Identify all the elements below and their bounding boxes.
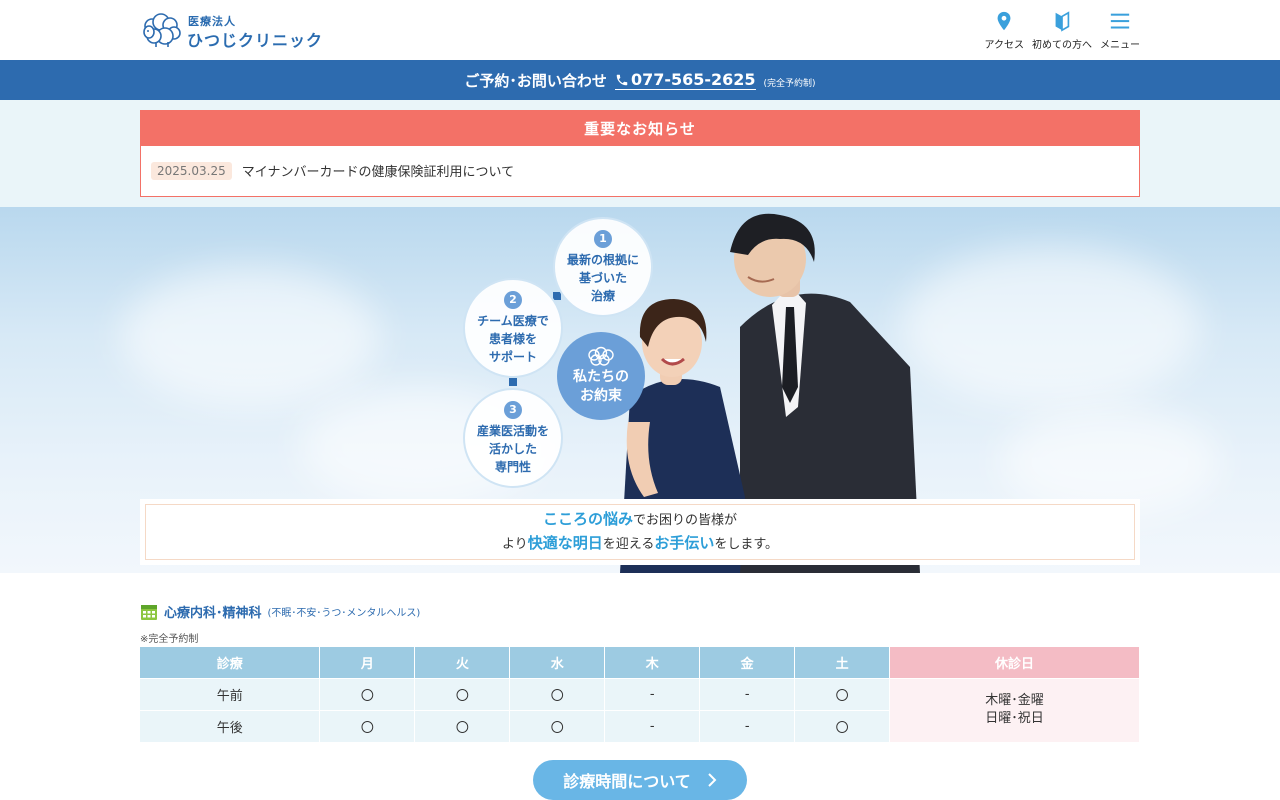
table-cell: - xyxy=(604,677,701,710)
hamburger-menu-icon xyxy=(1110,13,1130,29)
notice-item[interactable]: 2025.03.25 マイナンバーカードの健康保険証利用について xyxy=(151,161,514,180)
our-promise-badge: 私たちの お約束 xyxy=(557,332,645,420)
table-cell: 〇 xyxy=(319,677,416,710)
notice-title: マイナンバーカードの健康保険証利用について xyxy=(241,165,515,180)
point-number: 3 xyxy=(504,400,522,419)
nav-menu[interactable]: メニュー xyxy=(1100,10,1140,52)
consultation-hours-button[interactable]: 診療時間について xyxy=(533,760,747,800)
hero-tagline: こころの悩みでお困りの皆様が より快適な明日を迎えるお手伝いをします。 xyxy=(140,499,1140,565)
schedule-title: 心療内科･精神科 xyxy=(164,606,262,621)
promise-point-1: 1 最新の根拠に 基づいた 治療 xyxy=(553,217,653,317)
tagline-text: でお困りの皆様が xyxy=(633,513,738,528)
connector-dot xyxy=(509,378,517,386)
column-header: 火 xyxy=(414,647,511,678)
point-text: 産業医活動を 活かした 専門性 xyxy=(476,423,549,474)
holiday-cell: 木曜･金曜 日曜･祝日 xyxy=(889,677,1140,742)
schedule-subtitle: (不眠･不安･うつ･メンタルヘルス) xyxy=(267,608,421,619)
tagline-text: を迎える xyxy=(602,537,655,552)
table-cell: - xyxy=(699,709,796,742)
column-header: 診療 xyxy=(140,647,321,678)
sheep-icon xyxy=(588,346,614,366)
row-label: 午前 xyxy=(140,677,321,710)
notice-section: 重要なお知らせ 2025.03.25 マイナンバーカードの健康保険証利用について xyxy=(0,100,1280,207)
schedule-table: 診療 月 火 水 木 金 土 休診日 午前 〇 〇 〇 - - 〇 木曜･金曜 … xyxy=(140,647,1140,742)
promise-point-2: 2 チーム医療で 患者様を サポート xyxy=(463,278,563,378)
table-cell: 〇 xyxy=(414,677,511,710)
table-cell: 〇 xyxy=(319,709,416,742)
nav-access-label: アクセス xyxy=(984,40,1025,51)
table-cell: - xyxy=(699,677,796,710)
column-header: 水 xyxy=(509,647,606,678)
point-number: 2 xyxy=(504,290,522,309)
table-cell: 〇 xyxy=(794,709,891,742)
nav-first-visit[interactable]: 初めての方へ xyxy=(1032,10,1092,52)
reservation-note: (完全予約制) xyxy=(763,78,816,89)
point-text: 最新の根拠に 基づいた 治療 xyxy=(566,252,639,303)
calendar-icon xyxy=(141,604,157,620)
table-cell: 〇 xyxy=(414,709,511,742)
phone-icon xyxy=(616,74,628,85)
column-header: 金 xyxy=(699,647,796,678)
notice-date: 2025.03.25 xyxy=(151,161,232,180)
promise-point-3: 3 産業医活動を 活かした 専門性 xyxy=(463,388,563,488)
phone-number: 077-565-2625 xyxy=(630,70,756,89)
table-header-row: 診療 月 火 水 木 金 土 休診日 xyxy=(140,647,1140,678)
table-row: 午前 〇 〇 〇 - - 〇 木曜･金曜 日曜･祝日 xyxy=(140,677,1140,742)
tagline-highlight: 快適な明日 xyxy=(527,534,603,552)
tagline-highlight: お手伝い xyxy=(654,534,715,552)
point-number: 1 xyxy=(594,229,612,248)
schedule-heading: 心療内科･精神科 (不眠･不安･うつ･メンタルヘルス) xyxy=(140,602,420,621)
site-header: 医療法人 ひつじクリニック アクセス 初めての方へ メニュー xyxy=(0,0,1280,60)
column-header-holiday: 休診日 xyxy=(889,647,1140,678)
holiday-days: 日曜･祝日 xyxy=(985,711,1044,727)
tagline-line-1: こころの悩みでお困りの皆様が xyxy=(543,508,737,532)
sheep-logo-icon xyxy=(143,13,181,47)
column-header: 木 xyxy=(604,647,701,678)
tagline-text: をします。 xyxy=(714,537,779,552)
logo-title: ひつじクリニック xyxy=(187,31,324,50)
tagline-text: より xyxy=(501,537,528,552)
table-cell: - xyxy=(604,709,701,742)
notice-heading: 重要なお知らせ xyxy=(141,111,1139,146)
row-label: 午後 xyxy=(140,709,321,742)
tagline-frame: こころの悩みでお困りの皆様が より快適な明日を迎えるお手伝いをします。 xyxy=(145,504,1135,560)
tagline-highlight: こころの悩み xyxy=(542,510,633,528)
table-cell: 〇 xyxy=(509,677,606,710)
important-notice-box: 重要なお知らせ 2025.03.25 マイナンバーカードの健康保険証利用について xyxy=(140,110,1140,197)
site-logo[interactable]: 医療法人 ひつじクリニック xyxy=(140,10,324,50)
reservation-only-note: ※完全予約制 xyxy=(140,634,199,645)
hero-banner: 1 最新の根拠に 基づいた 治療 2 チーム医療で 患者様を サポート 3 産業… xyxy=(0,207,1280,573)
column-header: 土 xyxy=(794,647,891,678)
table-cell: 〇 xyxy=(794,677,891,710)
tagline-line-2: より快適な明日を迎えるお手伝いをします。 xyxy=(502,532,778,556)
phone-link[interactable]: 077-565-2625 xyxy=(614,70,756,90)
holiday-days: 木曜･金曜 xyxy=(985,693,1044,709)
point-text: チーム医療で 患者様を サポート xyxy=(477,313,549,364)
promise-label: 私たちの お約束 xyxy=(573,369,629,404)
contact-label: ご予約･お問い合わせ xyxy=(464,71,607,90)
nav-access[interactable]: アクセス xyxy=(984,10,1025,52)
beginner-leaf-icon xyxy=(1055,11,1070,32)
consultation-hours-label: 診療時間について xyxy=(563,772,691,791)
header-nav: アクセス 初めての方へ メニュー xyxy=(984,10,1140,52)
table-cell: 〇 xyxy=(509,709,606,742)
nav-menu-label: メニュー xyxy=(1100,40,1140,51)
map-pin-icon xyxy=(997,11,1011,31)
contact-bar: ご予約･お問い合わせ 077-565-2625 (完全予約制) xyxy=(0,60,1280,100)
chevron-right-icon xyxy=(708,773,717,787)
nav-first-visit-label: 初めての方へ xyxy=(1032,40,1092,51)
column-header: 月 xyxy=(319,647,416,678)
